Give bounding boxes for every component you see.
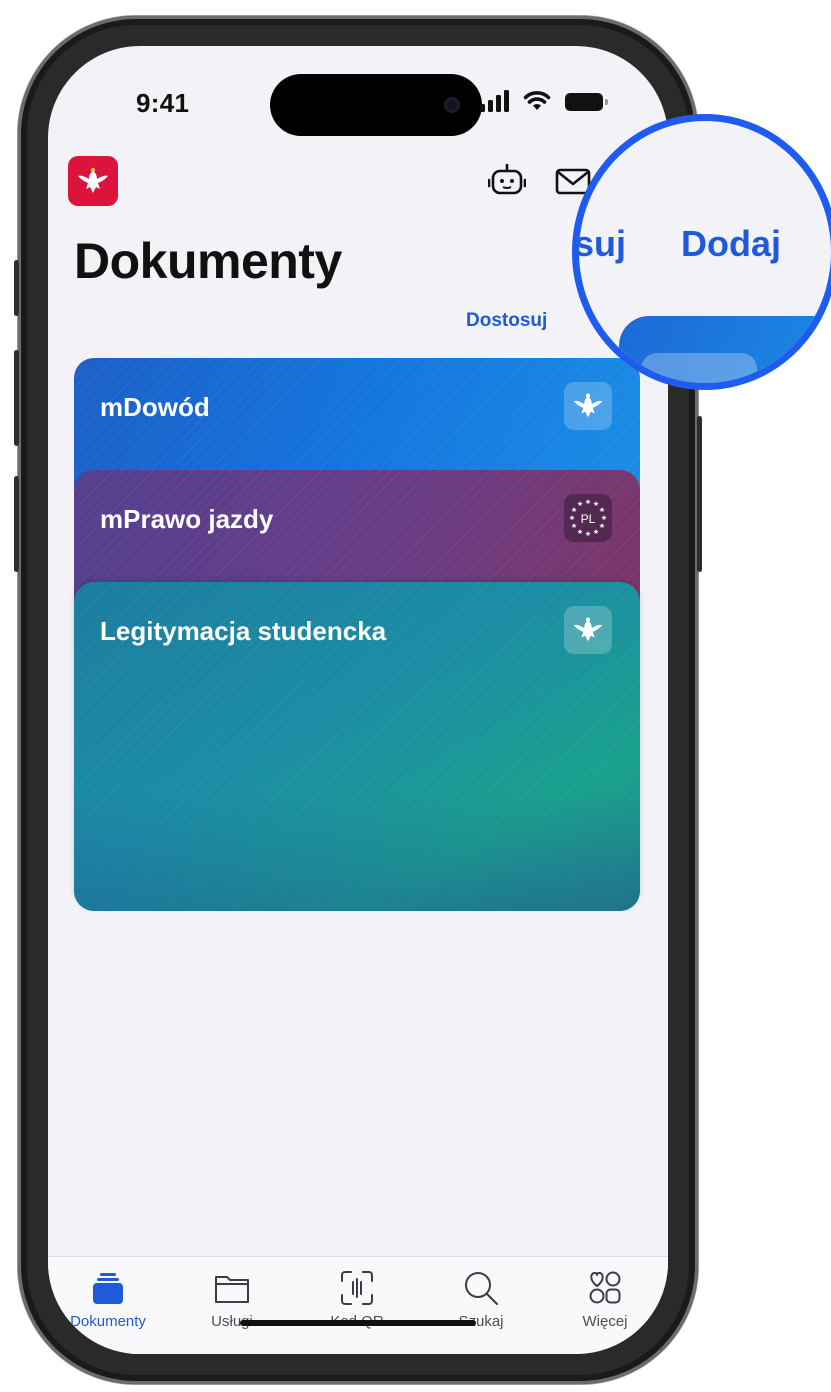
- tab-wiecej[interactable]: Więcej: [550, 1269, 660, 1330]
- stack-icon: [93, 1273, 123, 1304]
- svg-text:★: ★: [577, 528, 583, 536]
- svg-text:★: ★: [599, 522, 605, 530]
- qr-scan-icon: [341, 1271, 373, 1305]
- home-indicator: [240, 1320, 476, 1326]
- svg-text:★: ★: [599, 506, 605, 514]
- mute-switch: [14, 260, 19, 316]
- page-title: Dokumenty: [74, 233, 342, 289]
- search-icon: [465, 1272, 498, 1305]
- tab-bar: Dokumenty Usługi Kod QR: [48, 1256, 668, 1354]
- customize-button[interactable]: Dostosuj: [466, 310, 547, 332]
- more-grid-icon: [589, 1271, 621, 1304]
- dynamic-island: [270, 74, 482, 136]
- svg-text:★: ★: [585, 530, 591, 538]
- eu-stars-icon: ★ ★ ★ ★ ★ ★ ★ ★ ★ ★ ★ ★ PL: [564, 494, 612, 542]
- folder-icon: [215, 1276, 249, 1303]
- robot-icon[interactable]: [488, 162, 526, 200]
- status-time: 9:41: [136, 88, 190, 118]
- card-title: mDowód: [100, 392, 210, 422]
- status-icons: [480, 90, 608, 112]
- volume-down-button: [14, 476, 19, 572]
- volume-up-button: [14, 350, 19, 446]
- svg-text:★: ★: [577, 500, 583, 508]
- magnified-customize-label: suj: [574, 223, 627, 264]
- wifi-icon: [523, 91, 551, 110]
- app-logo-eagle-icon: [68, 156, 118, 206]
- tab-dokumenty[interactable]: Dokumenty: [53, 1269, 163, 1330]
- magnifier-callout: suj Dodaj: [572, 114, 831, 390]
- svg-text:★: ★: [585, 498, 591, 506]
- tab-label: Dokumenty: [70, 1313, 146, 1330]
- svg-text:★: ★: [593, 528, 599, 536]
- signal-icon: [480, 90, 509, 112]
- side-button: [697, 416, 702, 572]
- pl-badge-text: PL: [581, 512, 596, 526]
- svg-text:★: ★: [569, 514, 575, 522]
- eagle-emblem-icon: [564, 606, 612, 654]
- card-title: Legitymacja studencka: [100, 616, 387, 646]
- add-document-button[interactable]: Dodaj: [681, 223, 781, 265]
- svg-text:★: ★: [601, 514, 607, 522]
- svg-text:★: ★: [571, 522, 577, 530]
- status-bar: 9:41: [48, 46, 668, 156]
- battery-icon: [565, 93, 608, 111]
- camera-icon: [444, 97, 460, 113]
- eagle-emblem-icon: [564, 382, 612, 430]
- tab-label: Więcej: [582, 1313, 628, 1330]
- card-title: mPrawo jazdy: [100, 504, 274, 534]
- document-card-legitymacja[interactable]: Legitymacja studencka: [74, 582, 640, 911]
